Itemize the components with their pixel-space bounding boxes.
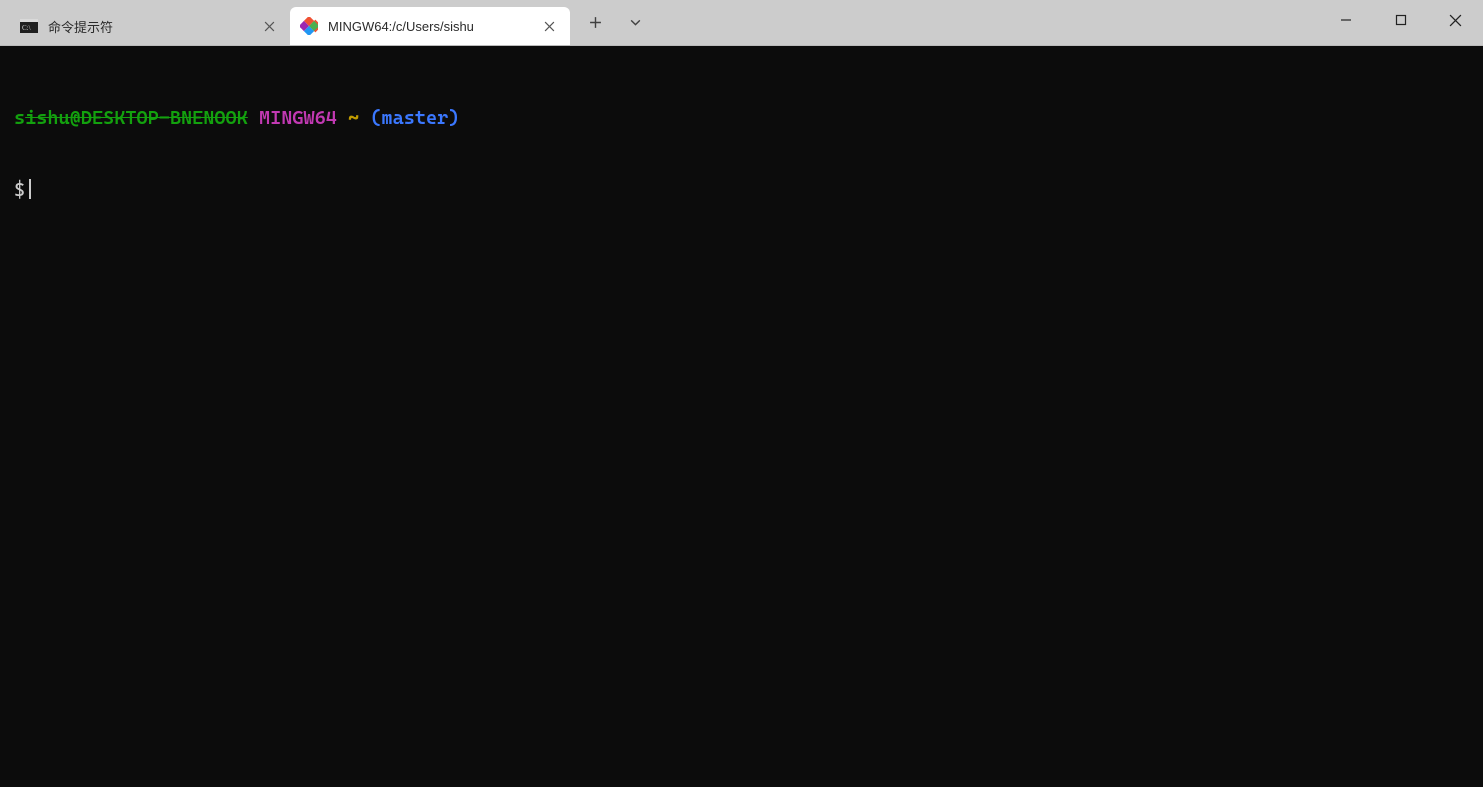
maximize-button[interactable] [1373,0,1428,40]
tab-dropdown-button[interactable] [618,8,652,38]
tab-git-bash[interactable]: MINGW64:/c/Users/sishu [290,7,570,45]
tab-cmd[interactable]: C:\ 命令提示符 [10,7,290,45]
window-controls [1318,0,1483,40]
titlebar: C:\ 命令提示符 [0,0,1483,46]
prompt-symbol: $ [14,179,25,201]
tab-actions [570,0,652,45]
close-button[interactable] [1428,0,1483,40]
prompt-branch: (master) [370,107,459,129]
cmd-icon: C:\ [20,17,38,35]
prompt-user-redacted: ishu@DESKTOP-BNENOOK [25,107,248,129]
text-cursor [29,179,31,199]
prompt-user-prefix: s [14,107,25,129]
tab-close-cmd[interactable] [260,17,278,35]
new-tab-button[interactable] [578,8,612,38]
prompt-system: MINGW64 [259,107,337,129]
tab-title: 命令提示符 [48,17,250,36]
svg-text:C:\: C:\ [22,24,31,32]
prompt-line-2: $ [14,178,1469,202]
minimize-button[interactable] [1318,0,1373,40]
tab-strip: C:\ 命令提示符 [0,0,652,45]
tab-close-git-bash[interactable] [540,17,558,35]
tab-title: MINGW64:/c/Users/sishu [328,19,530,34]
prompt-path: ~ [348,107,359,129]
terminal-viewport[interactable]: sishu@DESKTOP-BNENOOK MINGW64 ~ (master)… [0,46,1483,787]
prompt-line-1: sishu@DESKTOP-BNENOOK MINGW64 ~ (master) [14,106,1469,130]
git-bash-icon [300,17,318,35]
